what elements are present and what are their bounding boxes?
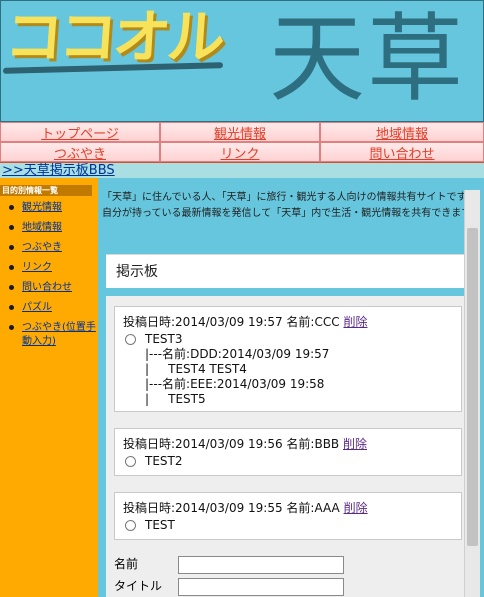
nav-item-contact[interactable]: 問い合わせ xyxy=(320,142,484,162)
sidebar-item-label: 問い合わせ xyxy=(22,282,72,293)
delete-link[interactable]: 削除 xyxy=(343,315,367,329)
sidebar-item-links[interactable]: リンク xyxy=(8,261,98,275)
reply-line: |---名前:DDD:2014/03/09 19:57 xyxy=(145,347,330,361)
post-meta-text: 投稿日時:2014/03/09 19:56 名前:BBB xyxy=(123,437,340,451)
bullet-icon xyxy=(9,225,14,230)
breadcrumb[interactable]: >>天草掲示板BBS xyxy=(2,164,115,178)
post-body-line: TEST xyxy=(123,517,453,533)
post-radio[interactable] xyxy=(125,519,136,531)
bullet-icon xyxy=(9,325,14,330)
name-field[interactable] xyxy=(178,556,344,574)
sidebar-item-puzzle[interactable]: パズル xyxy=(8,301,98,315)
title-field[interactable] xyxy=(178,578,344,596)
board-title: 掲示板 xyxy=(106,254,466,288)
board-area: 投稿日時:2014/03/09 19:57 名前:CCC 削除 TEST3 |-… xyxy=(106,296,466,597)
nav-item-sightseeing[interactable]: 観光情報 xyxy=(160,122,320,142)
nav-item-tweets[interactable]: つぶやき xyxy=(0,142,160,162)
site-title: 天草 xyxy=(269,3,465,115)
sidebar-item-local-info[interactable]: 地域情報 xyxy=(8,221,98,235)
intro-line: 自分が持っている最新情報を発信して「天草」内で生活・観光情報を共有できます。 xyxy=(102,208,481,219)
title-label: タイトル xyxy=(114,579,163,593)
site-logo[interactable]: ココオル xyxy=(3,3,224,71)
scroll-thumb[interactable] xyxy=(467,228,478,546)
intro-line: 「天草」に住んでいる人、「天草」に旅行・観光する人向けの情報共有サイトです。 xyxy=(102,192,476,203)
post-body: TEST3 xyxy=(145,332,183,346)
sidebar-item-tweets[interactable]: つぶやき xyxy=(8,241,98,255)
bullet-icon xyxy=(9,285,14,290)
post-item: 投稿日時:2014/03/09 19:55 名前:AAA 削除 TEST xyxy=(114,492,462,540)
reply-thread: |---名前:DDD:2014/03/09 19:57 | TEST4 TEST… xyxy=(123,347,453,407)
sidebar-item-contact[interactable]: 問い合わせ xyxy=(8,281,98,295)
post-radio[interactable] xyxy=(125,333,136,345)
sidebar-item-label: リンク xyxy=(22,262,52,273)
delete-link[interactable]: 削除 xyxy=(344,501,368,515)
reply-line: | TEST4 TEST4 xyxy=(145,362,247,376)
nav-item-local-info[interactable]: 地域情報 xyxy=(320,122,484,142)
sidebar-item-sightseeing[interactable]: 観光情報 xyxy=(8,201,98,215)
post-radio[interactable] xyxy=(125,455,136,467)
sidebar-item-label: 観光情報 xyxy=(22,202,62,213)
bullet-icon xyxy=(9,305,14,310)
sidebar-item-label: つぶやき(位置手動入力) xyxy=(22,322,96,347)
delete-link[interactable]: 削除 xyxy=(343,437,367,451)
bullet-icon xyxy=(9,265,14,270)
post-body-line: TEST3 xyxy=(123,331,453,347)
site-header: ココオル 天草 xyxy=(0,0,484,122)
reply-line: |---名前:EEE:2014/03/09 19:58 xyxy=(145,377,325,391)
post-body-line: TEST2 xyxy=(123,453,453,469)
name-label: 名前 xyxy=(114,557,139,571)
nav-item-top[interactable]: トップページ xyxy=(0,122,160,142)
sidebar-list: 観光情報 地域情報 つぶやき リンク 問い合わせ パズル つぶやき(位置手動入力… xyxy=(8,201,98,355)
sidebar-item-label: 地域情報 xyxy=(22,222,62,233)
post-meta-text: 投稿日時:2014/03/09 19:55 名前:AAA xyxy=(123,501,340,515)
sidebar-heading: 目的別情報一覧 xyxy=(0,185,92,196)
breadcrumb-bar: >>天草掲示板BBS xyxy=(0,162,484,178)
post-body: TEST2 xyxy=(145,454,183,468)
nav-item-links[interactable]: リンク xyxy=(160,142,320,162)
scrollbar[interactable] xyxy=(464,190,480,597)
post-meta-text: 投稿日時:2014/03/09 19:57 名前:CCC xyxy=(123,315,340,329)
bullet-icon xyxy=(9,245,14,250)
post-body: TEST xyxy=(145,518,175,532)
post-meta: 投稿日時:2014/03/09 19:56 名前:BBB 削除 xyxy=(123,435,453,453)
post-item: 投稿日時:2014/03/09 19:57 名前:CCC 削除 TEST3 |-… xyxy=(114,306,462,412)
reply-line: | TEST5 xyxy=(145,392,206,406)
bullet-icon xyxy=(9,205,14,210)
sidebar: 目的別情報一覧 観光情報 地域情報 つぶやき リンク 問い合わせ パズル つぶや… xyxy=(0,178,98,597)
sidebar-item-tweets-manual-location[interactable]: つぶやき(位置手動入力) xyxy=(8,321,98,349)
post-meta: 投稿日時:2014/03/09 19:57 名前:CCC 削除 xyxy=(123,313,453,331)
post-meta: 投稿日時:2014/03/09 19:55 名前:AAA 削除 xyxy=(123,499,453,517)
intro-text: 「天草」に住んでいる人、「天草」に旅行・観光する人向けの情報共有サイトです。 自… xyxy=(102,190,482,222)
post-item: 投稿日時:2014/03/09 19:56 名前:BBB 削除 TEST2 xyxy=(114,428,462,476)
sidebar-item-label: つぶやき xyxy=(22,242,62,253)
main-nav: トップページ 観光情報 地域情報 つぶやき リンク 問い合わせ xyxy=(0,122,484,162)
main-content: 「天草」に住んでいる人、「天草」に旅行・観光する人向けの情報共有サイトです。 自… xyxy=(98,178,484,597)
sidebar-item-label: パズル xyxy=(22,302,52,313)
